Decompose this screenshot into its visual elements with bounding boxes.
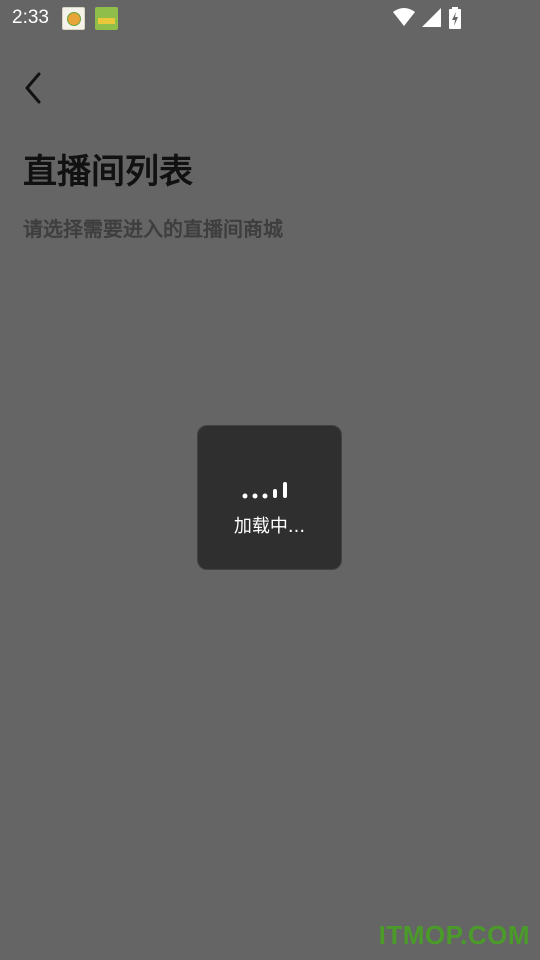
- page-subtitle: 请选择需要进入的直播间商城: [23, 217, 283, 241]
- app-notification-icon: [95, 7, 118, 30]
- loading-dots-icon: [242, 482, 287, 499]
- status-bar: 2:33: [0, 0, 540, 36]
- cellular-signal-icon: [422, 8, 441, 27]
- page-title: 直播间列表: [23, 152, 193, 192]
- app-notification-icon: [62, 7, 85, 30]
- loading-toast: 加载中...: [197, 425, 342, 570]
- back-button[interactable]: [16, 66, 56, 110]
- battery-charging-icon: [449, 7, 461, 29]
- watermark: ITMOP.COM: [378, 920, 530, 950]
- loading-text: 加载中...: [233, 516, 306, 537]
- chevron-left-icon: [25, 72, 41, 104]
- wifi-icon: [393, 8, 415, 26]
- status-time: 2:33: [12, 7, 49, 28]
